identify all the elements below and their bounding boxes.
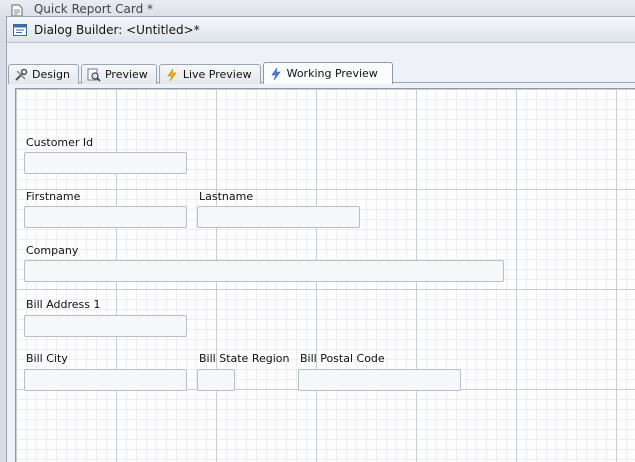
lightning-icon — [271, 67, 281, 80]
tab-design-label: Design — [32, 68, 70, 81]
tab-live-preview-label: Live Preview — [182, 68, 252, 81]
bill-address-1-label: Bill Address 1 — [26, 298, 101, 311]
company-field[interactable] — [24, 260, 504, 282]
magnifier-icon — [87, 68, 101, 82]
tab-preview[interactable]: Preview — [80, 64, 157, 84]
bill-postal-code-field[interactable] — [298, 369, 461, 391]
customer-id-field[interactable] — [24, 152, 187, 174]
title-bar[interactable]: Dialog Builder: <Untitled>* — [7, 17, 635, 43]
bill-state-region-field[interactable] — [197, 369, 235, 391]
bill-city-field[interactable] — [24, 369, 187, 391]
design-canvas[interactable]: Customer Id Firstname Lastname Company B… — [15, 88, 635, 462]
tab-preview-label: Preview — [104, 68, 148, 81]
lastname-label: Lastname — [199, 190, 254, 203]
tab-design[interactable]: Design — [8, 64, 79, 84]
bill-address-1-field[interactable] — [24, 315, 187, 337]
lastname-field[interactable] — [197, 206, 360, 228]
company-label: Company — [26, 244, 79, 257]
tab-working-preview[interactable]: Working Preview — [262, 62, 393, 84]
window-title: Dialog Builder: <Untitled>* — [34, 22, 200, 37]
tab-working-preview-label: Working Preview — [286, 67, 378, 80]
lightning-icon — [167, 68, 177, 81]
bill-city-label: Bill City — [26, 352, 68, 365]
window-icon — [13, 23, 27, 36]
tab-bar: Design Preview Live Preview Working Prev… — [8, 62, 395, 84]
customer-id-label: Customer Id — [26, 136, 94, 149]
bill-state-region-label: Bill State Region — [199, 352, 290, 365]
bill-postal-code-label: Bill Postal Code — [300, 352, 385, 365]
background-window-title: Quick Report Card * — [10, 2, 153, 17]
firstname-label: Firstname — [26, 190, 81, 203]
tab-live-preview[interactable]: Live Preview — [158, 64, 261, 84]
firstname-field[interactable] — [24, 206, 187, 228]
background-window-title-text: Quick Report Card * — [33, 2, 154, 16]
report-icon — [11, 4, 23, 16]
tools-icon — [15, 68, 28, 81]
